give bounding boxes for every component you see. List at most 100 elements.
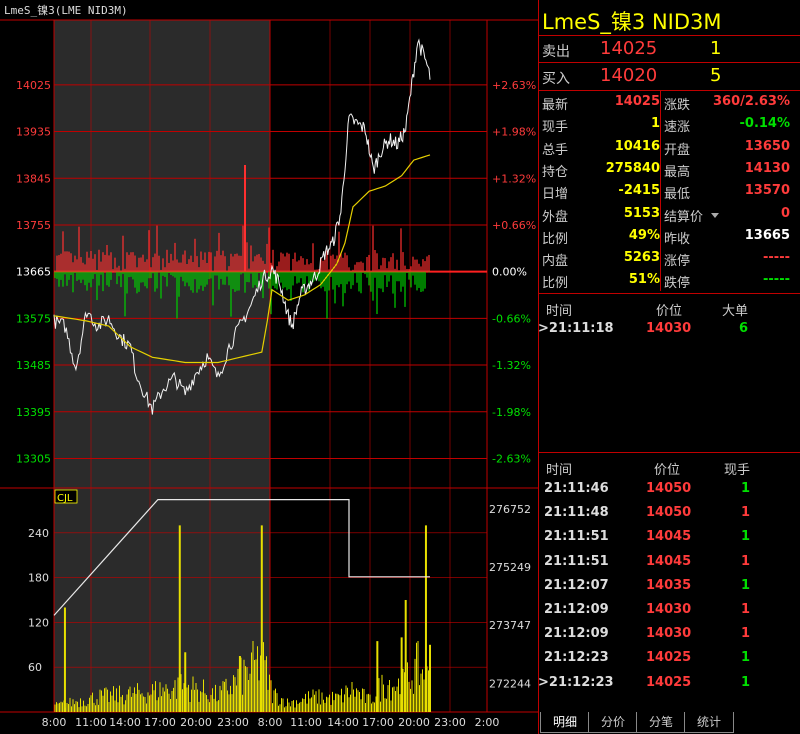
stat-value: -0.14%	[739, 116, 791, 132]
stat-row: 持仓 275840 最高 14130	[538, 159, 800, 181]
time-axis-label: 17:00	[362, 716, 394, 729]
stat-row: 最新 14025 涨跌 360/2.63%	[538, 92, 800, 114]
stat-row: 现手 1 速涨 -0.14%	[538, 114, 800, 136]
tick-row[interactable]: 21:11:46 14050 1	[538, 478, 800, 502]
percent-axis-label: +0.66%	[492, 219, 536, 232]
bid-row[interactable]: 买入 14020 5	[538, 63, 800, 91]
big-order-size: 6	[738, 321, 748, 336]
tick-price: 14025	[646, 650, 692, 666]
stat-value: 1	[650, 116, 660, 132]
stat-value: 49%	[628, 227, 660, 243]
percent-axis-label: +1.32%	[492, 172, 536, 185]
tick-volume: 1	[740, 626, 750, 642]
tick-price: 14025	[646, 674, 692, 690]
stat-value: -----	[763, 272, 790, 288]
volume-label: CJL	[57, 493, 73, 504]
time-axis-label: 20:00	[398, 716, 430, 729]
tick-price: 14050	[646, 505, 692, 521]
stat-label: 跌停	[664, 276, 691, 292]
time-axis-label: 14:00	[327, 716, 359, 729]
tab-statistics[interactable]: 统计	[684, 712, 734, 733]
volume-axis-label: 180	[28, 572, 49, 585]
tick-row[interactable]: 21:12:07 14035 1	[538, 575, 800, 599]
price-axis-label: 13845	[16, 172, 51, 185]
big-order-header-size: 大单	[722, 304, 749, 319]
tick-row[interactable]: 21:11:48 14050 1	[538, 502, 800, 526]
stat-value: 51%	[628, 272, 660, 288]
stat-label: 昨收	[664, 231, 691, 247]
stat-value: 13570	[744, 183, 790, 199]
session-background	[54, 20, 270, 712]
big-order-header-time: 时间	[546, 304, 573, 319]
stat-value: 10416	[614, 138, 660, 154]
stat-label: 比例	[542, 276, 569, 292]
stat-row: 外盘 5153 结算价 0	[538, 204, 800, 226]
stat-label: 结算价	[664, 209, 704, 225]
percent-axis-label: -1.98%	[492, 406, 531, 419]
tick-volume: 1	[740, 577, 750, 593]
tab-detail[interactable]: 明细	[540, 712, 590, 733]
stat-value: 360/2.63%	[713, 94, 790, 109]
tab-price-distribution[interactable]: 分价	[588, 712, 638, 733]
tick-time: 21:11:46	[544, 481, 609, 496]
tick-header-price: 价位	[654, 463, 681, 478]
tick-time: 21:12:07	[544, 577, 609, 593]
tick-row[interactable]: 21:11:51 14045 1	[538, 526, 800, 550]
ask-label: 卖出	[542, 44, 570, 60]
stat-value: 13665	[744, 227, 790, 243]
time-axis-label: 17:00	[144, 716, 176, 729]
percent-axis-label: -2.63%	[492, 452, 531, 465]
bid-price: 14020	[600, 65, 658, 86]
big-order-time: >21:11:18	[538, 321, 614, 336]
tick-price: 14045	[646, 553, 692, 569]
stat-value: 5153	[623, 205, 660, 221]
percent-axis-label: -0.66%	[492, 312, 531, 325]
stat-value: 0	[780, 205, 790, 221]
time-axis-label: 11:00	[75, 716, 107, 729]
percent-axis-label: -1.32%	[492, 359, 531, 372]
stat-label: 总手	[542, 142, 569, 158]
stat-row: 比例 51% 跌停 -----	[538, 270, 800, 292]
big-order-row[interactable]: >21:11:18 14030 6	[538, 318, 800, 342]
volume-axis-label: 240	[28, 527, 49, 540]
big-order-header-price: 价位	[656, 304, 683, 319]
stat-row: 日增 -2415 最低 13570	[538, 181, 800, 203]
tick-row[interactable]: 21:11:51 14045 1	[538, 551, 800, 575]
tick-time: 21:11:51	[544, 529, 609, 545]
stat-label: 最高	[664, 164, 691, 180]
tick-time: 21:12:23	[544, 650, 609, 666]
chevron-down-icon[interactable]	[711, 212, 719, 218]
percent-axis-label: 0.00%	[492, 266, 527, 279]
time-axis-label: 8:00	[258, 716, 283, 729]
time-axis-label: 14:00	[109, 716, 141, 729]
ask-volume: 1	[710, 38, 722, 59]
tick-volume: 1	[740, 674, 750, 690]
tick-row[interactable]: 21:12:23 14025 1	[538, 647, 800, 671]
price-axis-label: 13305	[16, 452, 51, 465]
ask-row[interactable]: 卖出 14025 1	[538, 36, 800, 64]
stat-value: -2415	[618, 183, 660, 199]
tick-price: 14030	[646, 602, 692, 617]
tab-trades[interactable]: 分笔	[636, 712, 686, 733]
tick-price: 14050	[646, 481, 692, 496]
tick-row[interactable]: 21:12:09 14030 1	[538, 623, 800, 647]
tick-price: 14045	[646, 529, 692, 545]
tick-volume: 1	[740, 481, 750, 496]
tick-time: >21:12:23	[538, 674, 614, 690]
tick-volume: 1	[740, 553, 750, 569]
open-interest-axis-label: 273747	[489, 619, 531, 632]
time-axis-label: 8:00	[42, 716, 67, 729]
stat-label: 涨停	[664, 254, 691, 270]
intraday-chart[interactable]: LmeS_镍3(LME NID3M) 14025 +2.63% 13935 +1.98%…	[0, 0, 538, 734]
tick-price: 14030	[646, 626, 692, 642]
tick-row[interactable]: >21:12:23 14025 1	[538, 672, 800, 696]
price-axis-label: 13755	[16, 219, 51, 232]
stat-row: 比例 49% 昨收 13665	[538, 226, 800, 248]
stat-label: 涨跌	[664, 98, 691, 113]
bid-volume: 5	[710, 65, 722, 86]
price-axis-label: 13485	[16, 359, 51, 372]
open-interest-axis-label: 276752	[489, 503, 531, 516]
tick-header-time: 时间	[546, 463, 573, 478]
tick-row[interactable]: 21:12:09 14030 1	[538, 599, 800, 623]
volume-axis-label: 120	[28, 616, 49, 629]
